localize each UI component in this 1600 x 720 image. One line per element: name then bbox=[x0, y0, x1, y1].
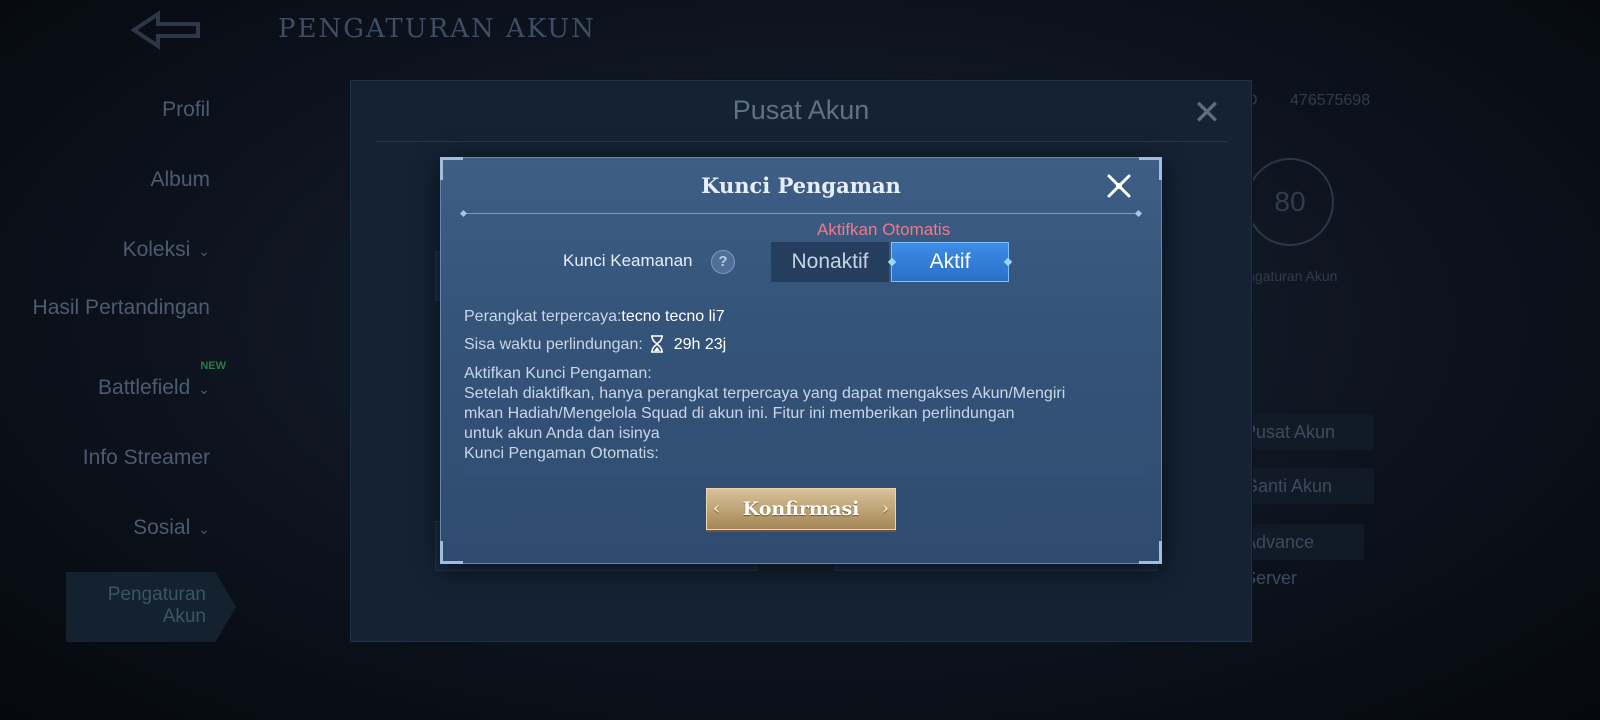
back-arrow-icon[interactable] bbox=[128, 8, 208, 52]
right-panel: UID 476575698 bbox=[1230, 92, 1600, 110]
chevron-down-icon: ⌄ bbox=[198, 243, 210, 259]
switch-account-button[interactable]: Ganti Akun bbox=[1232, 468, 1374, 504]
uid-value: 476575698 bbox=[1290, 92, 1371, 109]
new-badge: NEW bbox=[200, 360, 226, 372]
chevron-down-icon: ⌄ bbox=[198, 381, 210, 397]
hourglass-icon bbox=[651, 335, 664, 353]
toggle-on-option[interactable]: Aktif bbox=[891, 242, 1009, 282]
trusted-device-row: Perangkat terpercaya:tecno tecno li7 bbox=[464, 308, 725, 326]
side-item-album[interactable]: Album bbox=[0, 168, 210, 192]
title-divider bbox=[463, 213, 1139, 214]
close-icon[interactable]: ✕ bbox=[1187, 93, 1227, 133]
help-icon[interactable]: ? bbox=[711, 250, 735, 274]
description-scroll-area[interactable]: Aktifkan Kunci Pengaman: Setelah diaktif… bbox=[464, 364, 1144, 474]
corner-ornament bbox=[1139, 541, 1162, 564]
side-item-sosial[interactable]: Sosial ⌄ bbox=[0, 516, 210, 541]
side-item-pengaturan-akun[interactable]: Pengaturan Akun bbox=[66, 572, 236, 642]
protection-time-row: Sisa waktu perlindungan: 29h 23j bbox=[464, 335, 726, 354]
toggle-off-option[interactable]: Nonaktif bbox=[771, 242, 889, 282]
side-item-battlefield[interactable]: Battlefield ⌄ bbox=[0, 376, 210, 401]
side-item-info-streamer[interactable]: Info Streamer bbox=[0, 446, 210, 470]
protection-time-label: Sisa waktu perlindungan: bbox=[464, 336, 643, 353]
account-center-button[interactable]: Pusat Akun bbox=[1232, 414, 1374, 450]
security-lock-label: Kunci Keamanan bbox=[563, 251, 693, 270]
side-item-koleksi[interactable]: Koleksi ⌄ bbox=[0, 238, 210, 263]
settings-label: Pengaturan Akun bbox=[1230, 268, 1338, 284]
page-title: PENGATURAN AKUN bbox=[278, 14, 596, 44]
side-item-hasil-pertandingan[interactable]: Hasil Pertandingan bbox=[0, 296, 210, 320]
description-heading: Aktifkan Kunci Pengaman: bbox=[464, 365, 652, 382]
side-item-label: Pengaturan Akun bbox=[107, 584, 206, 627]
close-icon[interactable] bbox=[1099, 166, 1139, 206]
trusted-device-value: tecno tecno li7 bbox=[621, 308, 725, 325]
score-ring: 80 bbox=[1246, 158, 1334, 246]
description-text: Setelah diaktifkan, hanya perangkat terp… bbox=[464, 385, 1066, 402]
security-lock-toggle: Nonaktif Aktif bbox=[771, 242, 1011, 282]
corner-ornament bbox=[440, 541, 463, 564]
scroll-fade bbox=[464, 460, 1144, 474]
description-text: mkan Hadiah/Mengelola Squad di akun ini.… bbox=[464, 405, 1015, 422]
description-text: untuk akun Anda dan isinya bbox=[464, 425, 660, 442]
side-item-profil[interactable]: Profil bbox=[0, 98, 210, 122]
divider bbox=[375, 141, 1227, 142]
chevron-down-icon: ⌄ bbox=[198, 521, 210, 537]
security-lock-modal: Kunci Pengaman Aktifkan Otomatis Kunci K… bbox=[440, 157, 1162, 564]
protection-time-value: 29h 23j bbox=[673, 336, 727, 353]
auto-activate-label: Aktifkan Otomatis bbox=[817, 220, 951, 239]
confirm-button[interactable]: Konfirmasi bbox=[706, 488, 896, 530]
account-center-title: Pusat Akun bbox=[732, 95, 870, 125]
modal-title: Kunci Pengaman bbox=[701, 173, 901, 198]
trusted-device-label: Perangkat terpercaya: bbox=[464, 308, 622, 325]
